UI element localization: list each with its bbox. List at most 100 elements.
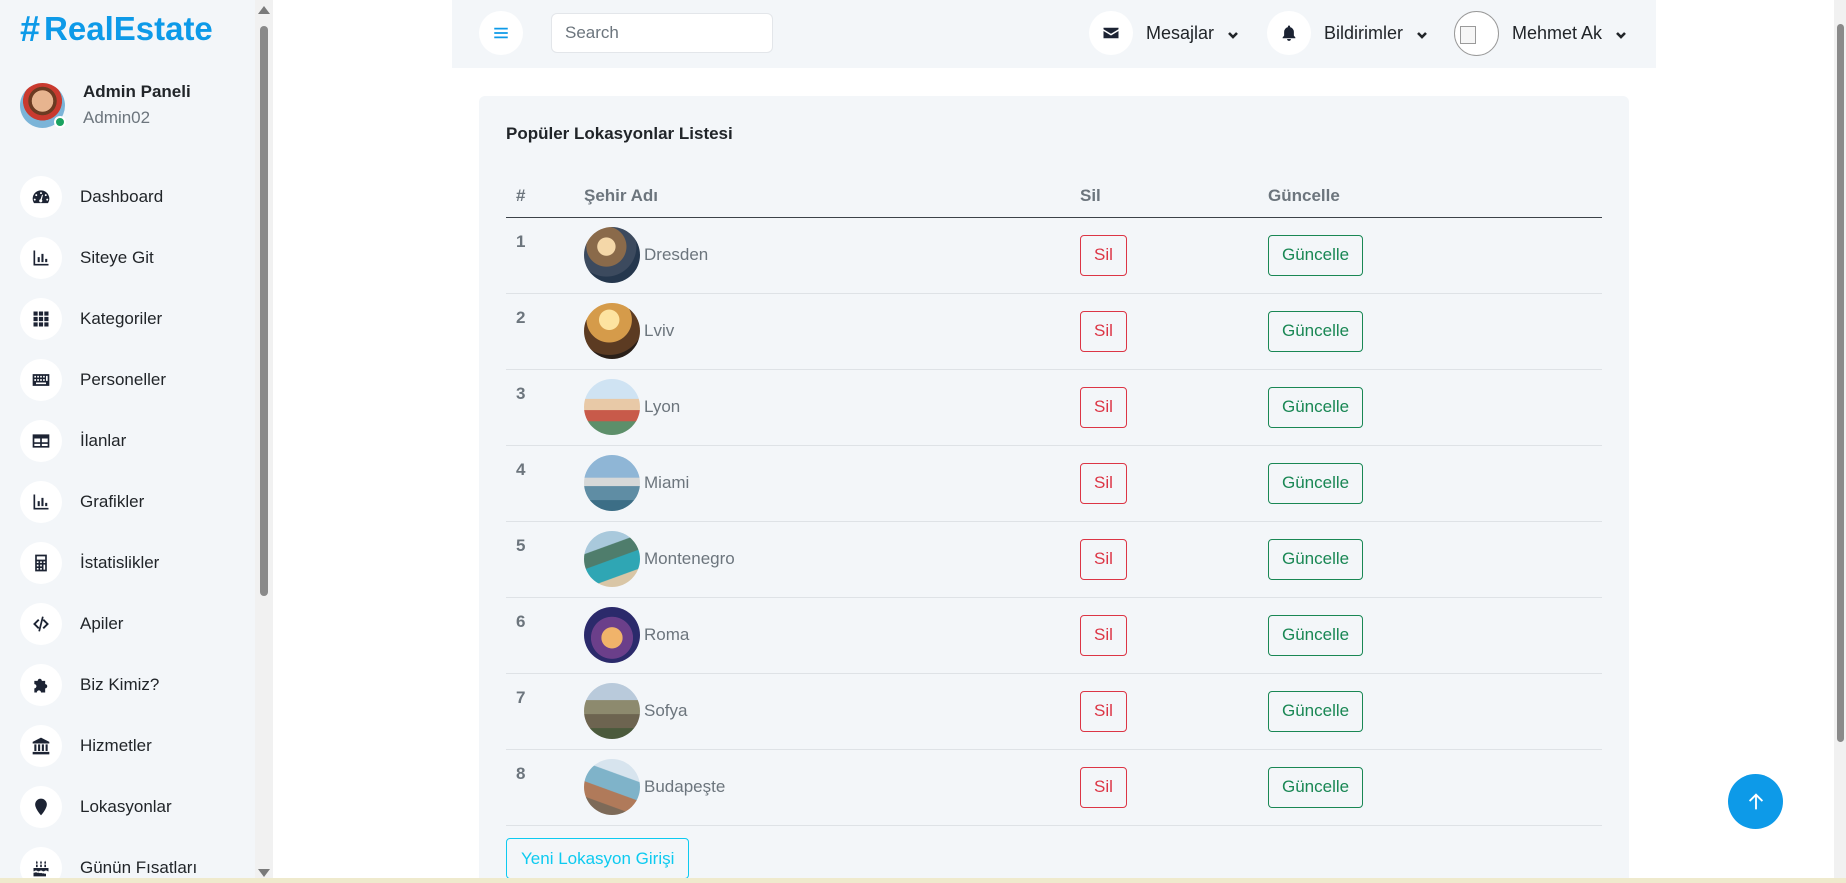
city-name: Dresden — [644, 245, 709, 264]
update-button[interactable]: Güncelle — [1268, 234, 1364, 276]
update-button[interactable]: Güncelle — [1268, 690, 1364, 732]
sidebar-item-hizmetler[interactable]: Hizmetler — [20, 715, 250, 776]
sidebar-item-siteye-git[interactable]: Siteye Git — [20, 227, 250, 288]
sidebar-item-dashboard[interactable]: Dashboard — [20, 166, 250, 227]
city-name: Lviv — [644, 321, 675, 340]
tachometer-icon — [20, 175, 62, 218]
table-header-row: # Şehir Adı Sil Güncelle — [506, 176, 1602, 218]
row-number: 3 — [506, 369, 584, 446]
table-icon — [20, 419, 62, 462]
city-thumbnail — [584, 531, 640, 587]
profile-role: Admin02 — [83, 108, 151, 127]
sidebar-item-gunun-firsatlari[interactable]: Günün Fısatları — [20, 837, 250, 883]
row-number: 1 — [506, 217, 584, 294]
sidebar-scroll-thumb[interactable] — [260, 26, 268, 596]
hamburger-icon — [494, 27, 508, 39]
delete-button[interactable]: Sil — [1080, 538, 1127, 580]
scroll-up-arrow-icon[interactable] — [258, 6, 270, 14]
row-number: 4 — [506, 445, 584, 522]
table-row: 6 Roma Sil Güncelle — [506, 597, 1602, 674]
sidebar-item-grafikler[interactable]: Grafikler — [20, 471, 250, 532]
row-number: 7 — [506, 673, 584, 750]
table-row: 7 Sofya Sil Güncelle — [506, 673, 1602, 750]
page-scroll-thumb[interactable] — [1837, 24, 1844, 742]
online-status-dot — [54, 115, 66, 128]
user-dropdown[interactable]: Mehmet Ak — [1454, 10, 1626, 56]
messages-dropdown[interactable]: Mesajlar — [1089, 11, 1238, 55]
delete-button[interactable]: Sil — [1080, 690, 1127, 732]
menu-toggle-button[interactable] — [479, 11, 523, 55]
bottom-strip — [0, 878, 1846, 883]
update-button[interactable]: Güncelle — [1268, 614, 1364, 656]
city-name: Roma — [644, 625, 690, 644]
back-to-top-button[interactable] — [1728, 774, 1783, 829]
page-scrollbar[interactable] — [1834, 0, 1846, 883]
table-row: 8 Budapeşte Sil Güncelle — [506, 749, 1602, 826]
city-thumbnail — [584, 759, 640, 815]
update-button[interactable]: Güncelle — [1268, 462, 1364, 504]
city-name: Montenegro — [644, 549, 735, 568]
update-button[interactable]: Güncelle — [1268, 386, 1364, 428]
update-button[interactable]: Güncelle — [1268, 538, 1364, 580]
notifications-label: Bildirimler — [1324, 22, 1404, 43]
row-number: 5 — [506, 521, 584, 598]
card-title: Popüler Lokasyonlar Listesi — [506, 124, 733, 143]
sidebar-item-biz-kimiz[interactable]: Biz Kimiz? — [20, 654, 250, 715]
search-input[interactable] — [551, 13, 773, 53]
user-name: Mehmet Ak — [1512, 22, 1603, 43]
row-number: 2 — [506, 293, 584, 370]
delete-button[interactable]: Sil — [1080, 234, 1127, 276]
sidebar-item-label: Günün Fısatları — [80, 857, 198, 877]
bank-icon — [20, 724, 62, 767]
sidebar-item-label: Kategoriler — [80, 308, 163, 328]
scroll-down-arrow-icon[interactable] — [258, 869, 270, 877]
sidebar-item-label: İlanlar — [80, 430, 127, 450]
avatar — [20, 82, 66, 128]
profile-title: Admin Paneli — [83, 82, 191, 101]
chevron-down-icon — [1615, 28, 1626, 39]
brand-logo[interactable]: # RealEstate — [20, 8, 213, 50]
city-thumbnail — [584, 683, 640, 739]
sidebar-item-istatislikler[interactable]: İstatislikler — [20, 532, 250, 593]
row-number: 6 — [506, 597, 584, 674]
sidebar-item-kategoriler[interactable]: Kategoriler — [20, 288, 250, 349]
sidebar-item-label: Personeller — [80, 369, 166, 389]
chevron-down-icon — [1416, 28, 1427, 39]
sidebar-item-label: Siteye Git — [80, 247, 154, 267]
update-button[interactable]: Güncelle — [1268, 766, 1364, 808]
sidebar-item-personeller[interactable]: Personeller — [20, 349, 250, 410]
bell-icon — [1267, 11, 1311, 55]
delete-button[interactable]: Sil — [1080, 462, 1127, 504]
arrow-up-icon — [1748, 792, 1763, 809]
city-thumbnail — [584, 455, 640, 511]
city-thumbnail — [584, 607, 640, 663]
column-header-number: # — [506, 176, 584, 218]
sidebar-scrollbar[interactable] — [255, 0, 273, 883]
sidebar-item-label: İstatislikler — [80, 552, 160, 572]
hash-icon: # — [20, 8, 41, 49]
delete-button[interactable]: Sil — [1080, 310, 1127, 352]
brand-name: RealEstate — [44, 10, 213, 47]
user-avatar-broken-image — [1454, 10, 1499, 56]
sidebar-item-apiler[interactable]: Apiler — [20, 593, 250, 654]
sidebar-item-label: Biz Kimiz? — [80, 674, 160, 694]
column-header-update: Güncelle — [1268, 176, 1602, 218]
city-thumbnail — [584, 227, 640, 283]
locations-card: Popüler Lokasyonlar Listesi # Şehir Adı … — [479, 96, 1629, 883]
grid-icon — [20, 297, 62, 340]
sidebar-nav: Dashboard Siteye Git Kategoriler Persone… — [20, 166, 250, 883]
table-row: 3 Lyon Sil Güncelle — [506, 369, 1602, 446]
sidebar-item-lokasyonlar[interactable]: Lokasyonlar — [20, 776, 250, 837]
column-header-delete: Sil — [1080, 176, 1268, 218]
city-name: Budapeşte — [644, 777, 726, 796]
new-location-button[interactable]: Yeni Lokasyon Girişi — [506, 838, 690, 879]
sidebar-item-ilanlar[interactable]: İlanlar — [20, 410, 250, 471]
code-icon — [20, 602, 62, 645]
notifications-dropdown[interactable]: Bildirimler — [1267, 11, 1427, 55]
chevron-down-icon — [1227, 28, 1238, 39]
delete-button[interactable]: Sil — [1080, 386, 1127, 428]
sidebar-item-label: Grafikler — [80, 491, 145, 511]
delete-button[interactable]: Sil — [1080, 766, 1127, 808]
update-button[interactable]: Güncelle — [1268, 310, 1364, 352]
delete-button[interactable]: Sil — [1080, 614, 1127, 656]
